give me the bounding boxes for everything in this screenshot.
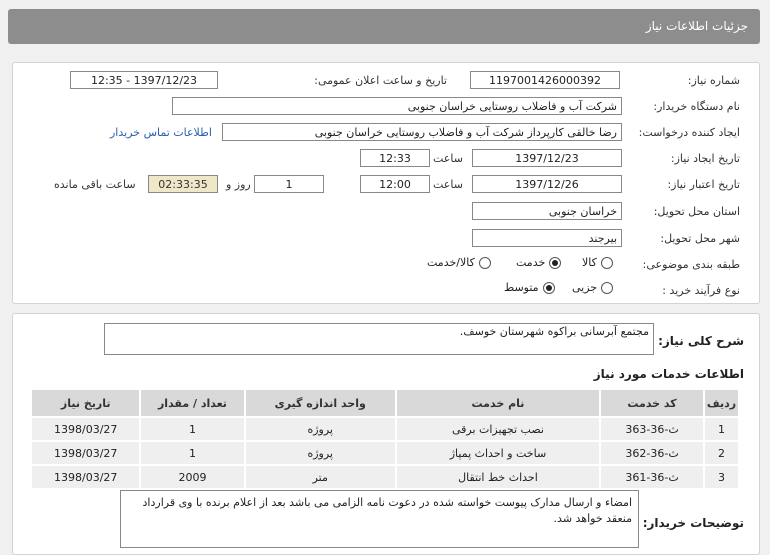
cell-unit: پروژه xyxy=(243,416,397,442)
purchase-medium-label: متوسط xyxy=(504,281,539,294)
validity-time-label: ساعت xyxy=(433,178,463,191)
table-header-row: ردیف کد خدمت نام خدمت واحد اندازه گیری ت… xyxy=(29,388,740,418)
purchase-type-label: نوع فرآیند خرید : xyxy=(662,284,740,297)
services-table: ردیف کد خدمت نام خدمت واحد اندازه گیری ت… xyxy=(29,388,740,490)
col-quantity: تعداد / مقدار xyxy=(139,388,246,418)
cell-service-name: احداث خط انتقال xyxy=(394,464,601,490)
table-row[interactable]: 2 ث-36-362 ساخت و احداث پمپاژ پروژه 1 13… xyxy=(29,440,740,466)
category-option-service[interactable]: خدمت xyxy=(516,256,562,269)
request-creator-label: ایجاد کننده درخواست: xyxy=(638,126,740,139)
cell-row: 1 xyxy=(703,416,740,442)
radio-goods-service[interactable] xyxy=(478,257,491,269)
buyer-org-label: نام دستگاه خریدار: xyxy=(653,100,740,113)
created-date-label: تاریخ ایجاد نیاز: xyxy=(670,152,740,165)
delivery-province-label: استان محل تحویل: xyxy=(653,205,740,218)
cell-service-code: ث-36-361 xyxy=(598,464,706,490)
remaining-time-label: ساعت باقی مانده xyxy=(54,178,136,191)
purchase-option-minor[interactable]: جزیی xyxy=(572,281,614,294)
radio-minor[interactable] xyxy=(601,282,614,294)
col-need-date: تاریخ نیاز xyxy=(29,388,142,418)
category-service-label: خدمت xyxy=(516,256,546,269)
announce-datetime-label: تاریخ و ساعت اعلان عمومی: xyxy=(314,74,447,87)
page-header: جزئیات اطلاعات نیاز xyxy=(8,9,760,44)
category-goods-service-label: کالا/خدمت xyxy=(427,256,475,269)
delivery-city-label: شهر محل تحویل: xyxy=(660,232,740,245)
cell-unit: پروژه xyxy=(243,440,397,466)
validity-date-label: تاریخ اعتبار نیاز: xyxy=(667,178,740,191)
created-time-label: ساعت xyxy=(433,152,463,165)
remaining-days-field[interactable]: 1 xyxy=(254,175,324,193)
cell-need-date: 1398/03/27 xyxy=(29,464,142,490)
buyer-notes-label: توضیحات خریدار: xyxy=(642,516,744,530)
buyer-org-field[interactable]: شرکت آب و فاضلاب روستایی خراسان جنوبی xyxy=(172,97,622,115)
radio-goods[interactable] xyxy=(600,257,613,269)
page-title: جزئیات اطلاعات نیاز xyxy=(645,19,748,33)
category-option-goods[interactable]: کالا xyxy=(582,256,613,269)
buyer-contact-link[interactable]: اطلاعات تماس خریدار xyxy=(110,126,212,139)
category-goods-label: کالا xyxy=(582,256,597,269)
radio-medium[interactable] xyxy=(542,282,555,294)
request-creator-field[interactable]: رضا خالقی کارپرداز شرکت آب و فاضلاب روست… xyxy=(222,123,622,141)
validity-date-field[interactable]: 1397/12/26 xyxy=(472,175,622,193)
col-service-code: کد خدمت xyxy=(598,388,706,418)
general-description-label: شرح کلی نیاز: xyxy=(658,334,744,348)
radio-service[interactable] xyxy=(549,257,562,269)
cell-service-code: ث-36-363 xyxy=(598,416,706,442)
cell-need-date: 1398/03/27 xyxy=(29,440,142,466)
general-description-text: مجتمع آبرسانی براکوه شهرستان خوسف. xyxy=(459,325,649,338)
purchase-minor-label: جزیی xyxy=(572,281,598,294)
general-description-field[interactable]: مجتمع آبرسانی براکوه شهرستان خوسف. xyxy=(104,323,654,355)
cell-quantity: 1 xyxy=(139,416,246,442)
validity-time-field[interactable]: 12:00 xyxy=(360,175,430,193)
category-label: طبقه بندی موضوعی: xyxy=(642,258,740,271)
cell-service-name: ساخت و احداث پمپاژ xyxy=(394,440,601,466)
need-number-label: شماره نیاز: xyxy=(687,74,740,87)
col-service-name: نام خدمت xyxy=(394,388,601,418)
cell-row: 2 xyxy=(703,440,740,466)
created-time-field[interactable]: 12:33 xyxy=(360,149,430,167)
table-row[interactable]: 3 ث-36-361 احداث خط انتقال متر 2009 1398… xyxy=(29,464,740,490)
remaining-time-field: 02:33:35 xyxy=(148,175,218,193)
announce-datetime-field[interactable]: 1397/12/23 - 12:35 xyxy=(70,71,218,89)
need-number-field[interactable]: 1197001426000392 xyxy=(470,71,620,89)
cell-quantity: 2009 xyxy=(139,464,246,490)
cell-service-code: ث-36-362 xyxy=(598,440,706,466)
created-date-field[interactable]: 1397/12/23 xyxy=(472,149,622,167)
days-label: روز و xyxy=(226,178,251,191)
cell-row: 3 xyxy=(703,464,740,490)
purchase-option-medium[interactable]: متوسط xyxy=(504,281,555,294)
delivery-province-field[interactable]: خراسان جنوبی xyxy=(472,202,622,220)
buyer-notes-field[interactable]: امضاء و ارسال مدارک پیوست خواسته شده در … xyxy=(120,490,639,548)
cell-quantity: 1 xyxy=(139,440,246,466)
category-option-goods-service[interactable]: کالا/خدمت xyxy=(427,256,491,269)
cell-unit: متر xyxy=(243,464,397,490)
cell-service-name: نصب تجهیزات برقی xyxy=(394,416,601,442)
col-unit: واحد اندازه گیری xyxy=(243,388,397,418)
table-row[interactable]: 1 ث-36-363 نصب تجهیزات برقی پروژه 1 1398… xyxy=(29,416,740,442)
services-title: اطلاعات خدمات مورد نیاز xyxy=(593,367,744,381)
col-row: ردیف xyxy=(703,388,740,418)
delivery-city-field[interactable]: بیرجند xyxy=(472,229,622,247)
cell-need-date: 1398/03/27 xyxy=(29,416,142,442)
